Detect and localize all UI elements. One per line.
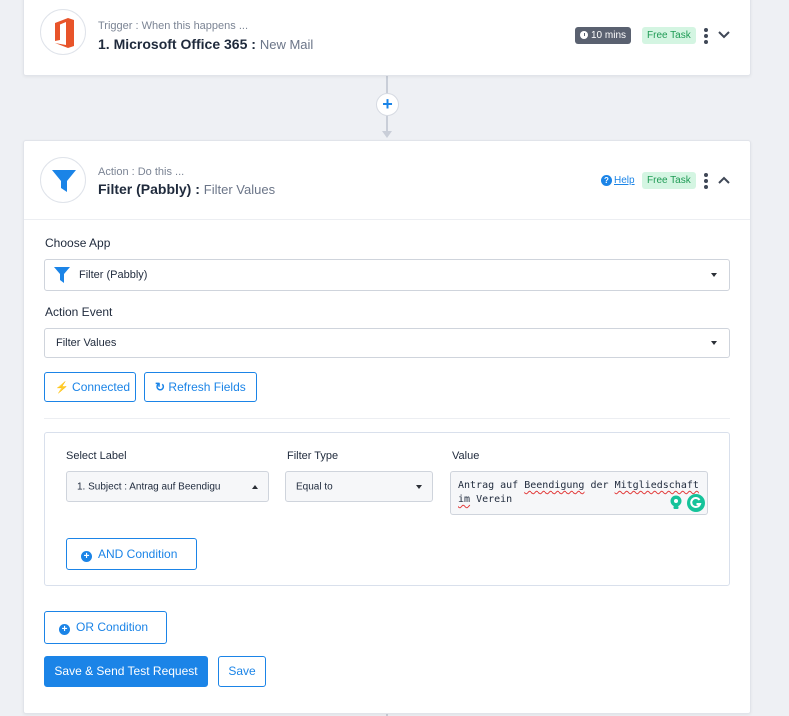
section-divider xyxy=(44,418,730,419)
or-condition-label: OR Condition xyxy=(76,620,149,634)
caret-down-icon xyxy=(711,273,717,277)
value-line-1: Antrag auf Beendigung der Mitgliedschaft xyxy=(458,479,700,493)
action-subtitle: Action : Do this ... xyxy=(98,166,185,178)
free-task-badge: Free Task xyxy=(642,172,696,189)
filter-type-value: Equal to xyxy=(296,481,333,492)
action-event-name: Filter Values xyxy=(203,182,276,197)
refresh-fields-label: Refresh Fields xyxy=(168,380,246,394)
refresh-icon: ↻ xyxy=(155,380,166,394)
filter-funnel-icon xyxy=(52,170,76,192)
action-event-select[interactable]: Filter Values xyxy=(44,328,730,358)
help-label: Help xyxy=(614,175,635,186)
connector-arrow xyxy=(382,131,392,138)
value-textarea[interactable]: Antrag auf Beendigung der Mitgliedschaft… xyxy=(450,471,708,515)
connected-label: Connected xyxy=(72,380,131,394)
chevron-up-icon[interactable] xyxy=(717,175,731,185)
help-link[interactable]: ? Help xyxy=(601,175,635,186)
filter-type-dropdown[interactable]: Equal to xyxy=(285,471,433,502)
filter-funnel-icon xyxy=(54,267,70,283)
select-label-header: Select Label xyxy=(66,450,127,462)
choose-app-value: Filter (Pabbly) xyxy=(79,269,148,281)
chevron-down-icon[interactable] xyxy=(717,30,731,40)
trigger-title: 1. Microsoft Office 365 : New Mail xyxy=(98,36,313,52)
connector-line-top xyxy=(386,76,388,93)
time-badge: 10 mins xyxy=(575,27,632,44)
select-label-value: 1. Subject : Antrag auf Beendigu xyxy=(77,481,221,492)
trigger-more-icon[interactable] xyxy=(704,28,708,46)
value-text: im xyxy=(458,494,471,505)
office365-icon xyxy=(55,18,74,48)
choose-app-select[interactable]: Filter (Pabbly) xyxy=(44,259,730,291)
add-step-button[interactable]: + xyxy=(376,93,399,116)
value-text: Antrag auf xyxy=(458,480,519,491)
value-header: Value xyxy=(452,450,480,462)
and-condition-label: AND Condition xyxy=(98,547,178,561)
time-badge-label: 10 mins xyxy=(591,30,627,41)
trigger-subtitle: Trigger : When this happens ... xyxy=(98,20,248,32)
trigger-event-name: New Mail xyxy=(259,37,314,52)
connected-button[interactable]: ⚡ Connected xyxy=(44,372,136,402)
value-text: Mitgliedschaft xyxy=(614,480,699,491)
grammarly-icon[interactable] xyxy=(687,494,705,512)
choose-app-label: Choose App xyxy=(45,236,111,250)
filter-type-header: Filter Type xyxy=(287,450,339,462)
save-send-test-button[interactable]: Save & Send Test Request xyxy=(44,656,208,687)
plug-icon: ⚡ xyxy=(55,382,69,394)
or-condition-button[interactable]: + OR Condition xyxy=(44,611,167,644)
action-title: Filter (Pabbly) : Filter Values xyxy=(98,181,275,197)
select-label-dropdown[interactable]: 1. Subject : Antrag auf Beendigu xyxy=(66,471,269,502)
lightbulb-icon[interactable] xyxy=(670,495,682,511)
action-app-name: Filter (Pabbly) : xyxy=(98,181,200,197)
clock-icon xyxy=(580,31,588,39)
action-app-logo xyxy=(40,157,86,203)
caret-down-icon xyxy=(711,341,717,345)
caret-up-icon xyxy=(252,485,258,489)
header-divider xyxy=(24,219,750,220)
trigger-app-name: 1. Microsoft Office 365 : xyxy=(98,36,256,52)
plus-circle-icon: + xyxy=(59,624,70,635)
action-event-value: Filter Values xyxy=(56,337,117,349)
refresh-fields-button[interactable]: ↻ Refresh Fields xyxy=(144,372,257,402)
and-condition-button[interactable]: + AND Condition xyxy=(66,538,197,570)
action-event-label: Action Event xyxy=(45,305,113,319)
value-line-2: im Verein xyxy=(458,493,700,507)
save-button[interactable]: Save xyxy=(218,656,266,687)
trigger-step-card[interactable]: Trigger : When this happens ... 1. Micro… xyxy=(23,0,751,76)
help-icon: ? xyxy=(601,175,612,186)
connector-line-bottom xyxy=(386,116,388,132)
free-task-badge: Free Task xyxy=(642,27,696,44)
action-more-icon[interactable] xyxy=(704,173,708,191)
trigger-app-logo xyxy=(40,9,86,55)
value-text: Beendigung xyxy=(524,480,585,491)
value-text: der xyxy=(590,480,609,491)
plus-circle-icon: + xyxy=(81,551,92,562)
caret-down-icon xyxy=(416,485,422,489)
value-text: Verein xyxy=(476,494,513,505)
